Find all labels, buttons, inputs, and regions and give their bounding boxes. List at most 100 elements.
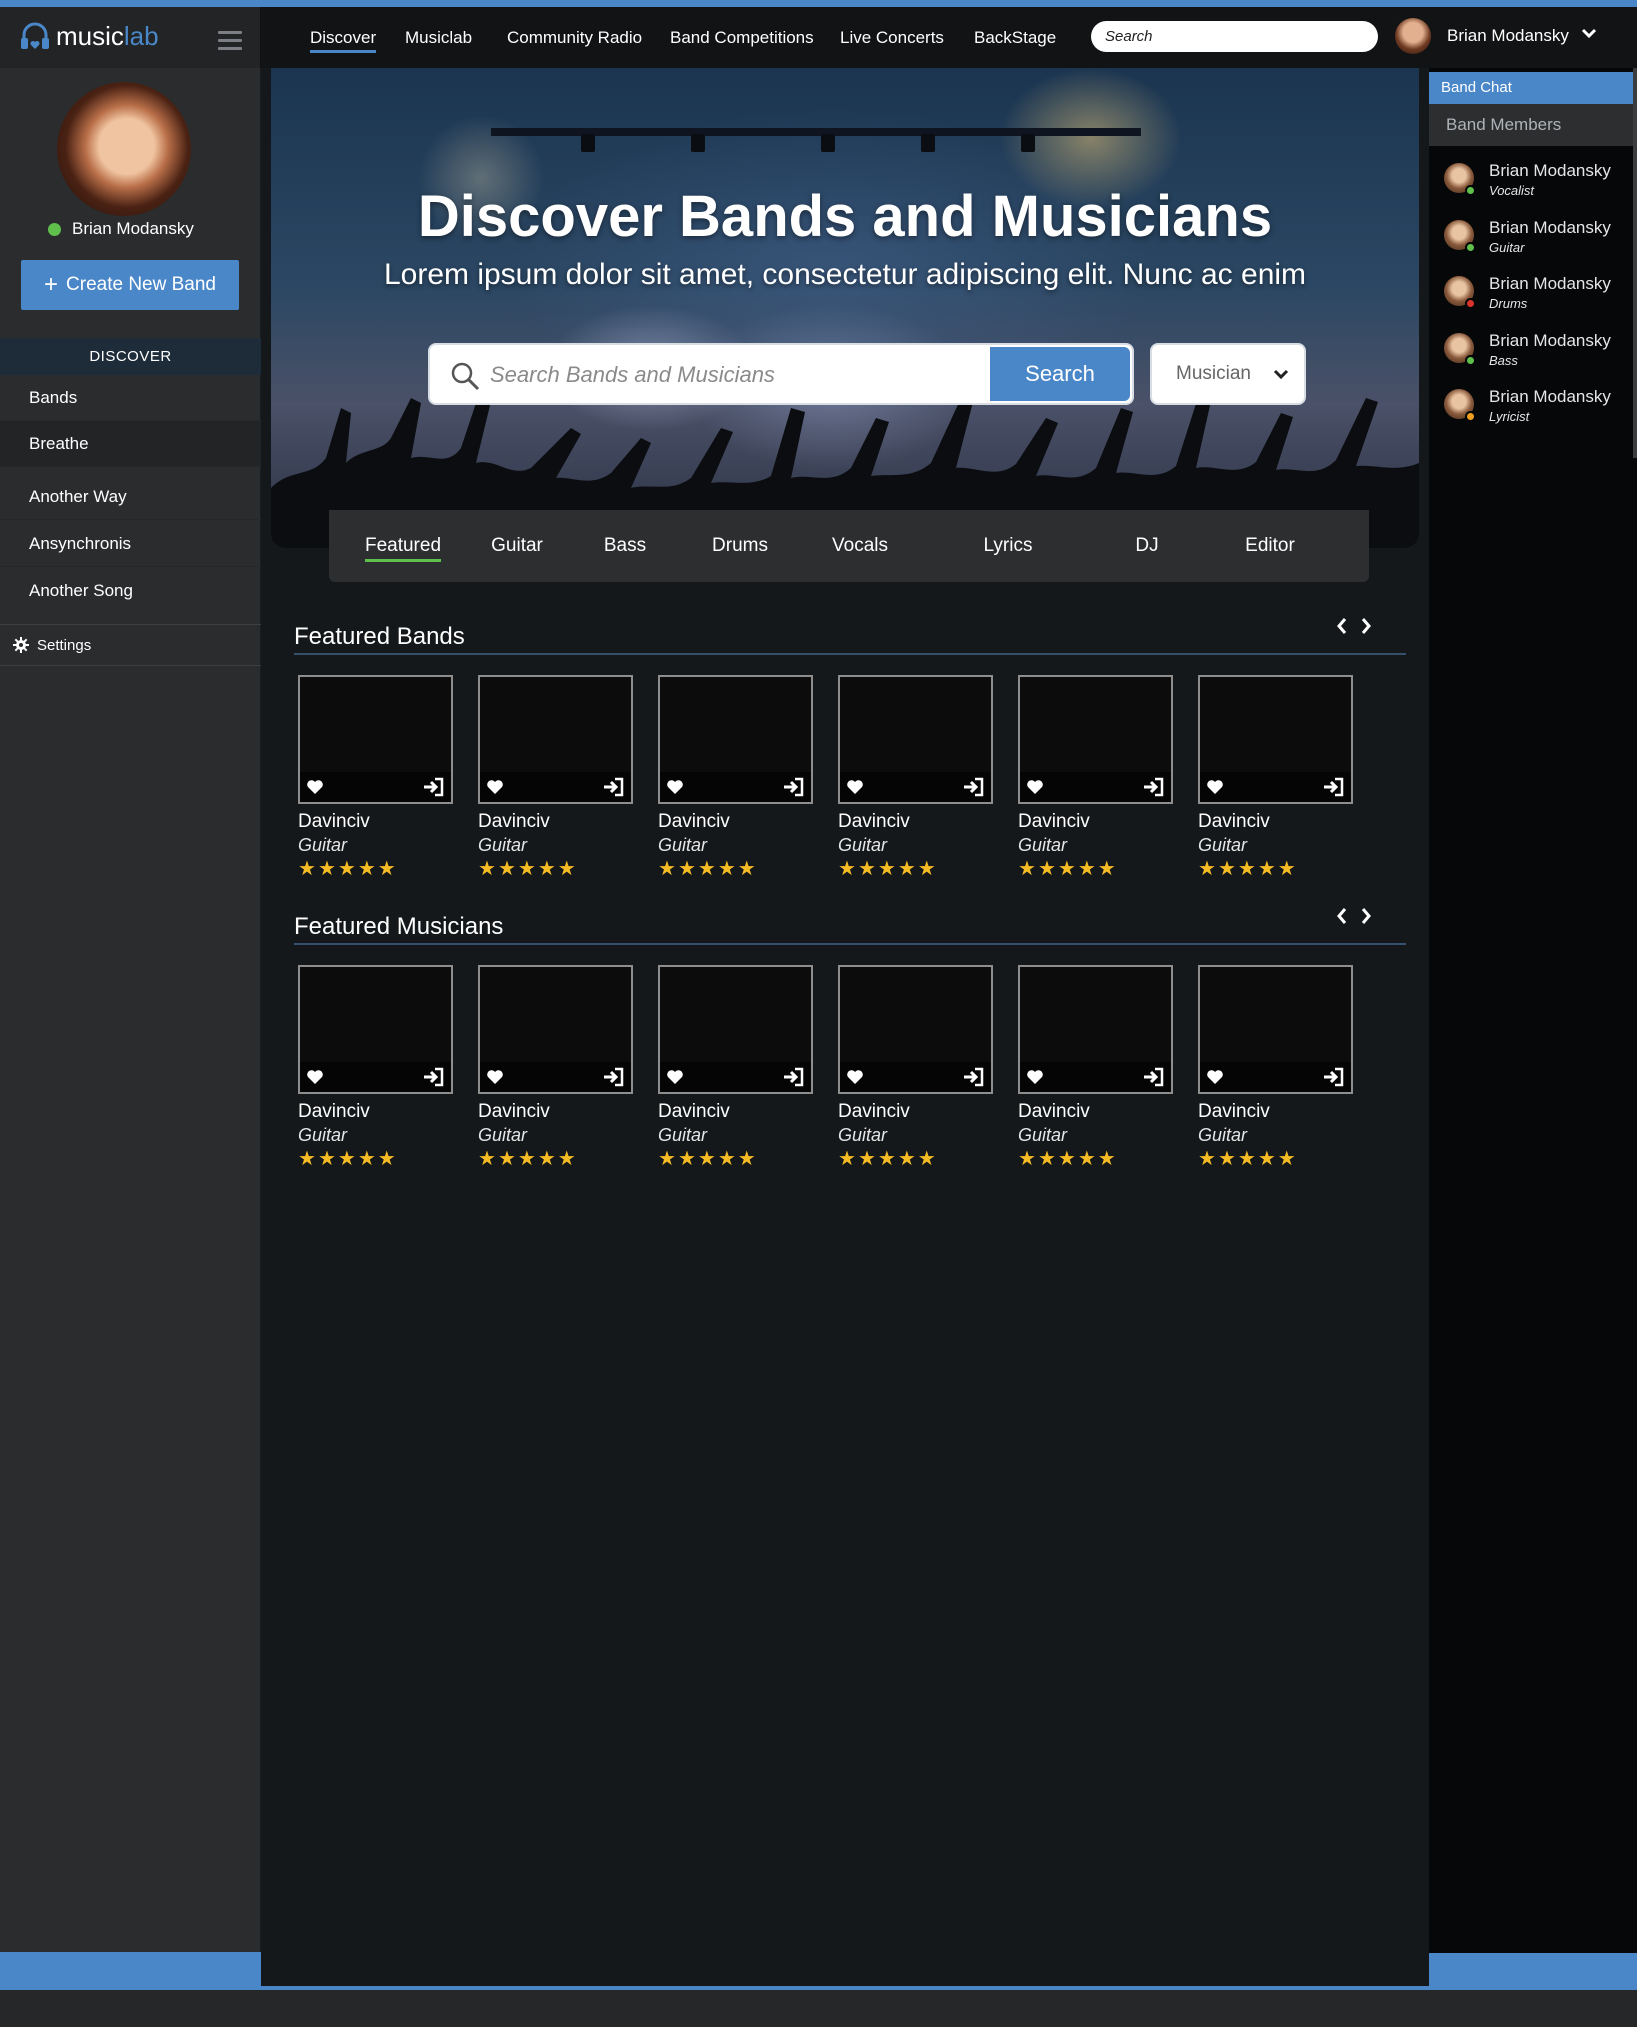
musiclab-logo[interactable]: musiclab xyxy=(20,19,159,53)
nav-backstage[interactable]: BackStage xyxy=(974,28,1056,48)
band-member[interactable]: Brian Modansky Lyricist xyxy=(1444,387,1634,433)
card-name[interactable]: Davinciv xyxy=(478,1101,633,1123)
card-name[interactable]: Davinciv xyxy=(658,811,813,833)
card-thumbnail[interactable] xyxy=(658,965,813,1094)
card-name[interactable]: Davinciv xyxy=(1198,1101,1353,1123)
profile-card[interactable]: Davinciv Guitar ★ ★ ★ ★ ★ xyxy=(298,675,453,879)
band-member[interactable]: Brian Modansky Guitar xyxy=(1444,218,1634,264)
card-thumbnail[interactable] xyxy=(478,965,633,1094)
card-thumbnail[interactable] xyxy=(298,675,453,804)
tab-featured[interactable]: Featured xyxy=(343,510,463,582)
heart-icon[interactable] xyxy=(1206,1069,1224,1085)
sign-in-icon[interactable] xyxy=(1323,1067,1345,1087)
tab-drums[interactable]: Drums xyxy=(679,510,801,582)
user-name[interactable]: Brian Modansky xyxy=(1447,26,1569,46)
sign-in-icon[interactable] xyxy=(1323,777,1345,797)
user-avatar[interactable] xyxy=(1395,18,1431,54)
nav-musiclab[interactable]: Musiclab xyxy=(405,28,472,48)
band-member[interactable]: Brian Modansky Drums xyxy=(1444,274,1634,320)
profile-card[interactable]: Davinciv Guitar ★ ★ ★ ★ ★ xyxy=(838,965,993,1169)
sidebar-item-bands[interactable]: Bands xyxy=(0,375,261,421)
card-thumbnail[interactable] xyxy=(478,675,633,804)
hamburger-menu-icon[interactable] xyxy=(218,31,242,55)
card-thumbnail[interactable] xyxy=(1018,965,1173,1094)
right-panel-scrollbar[interactable] xyxy=(1633,68,1637,458)
sign-in-icon[interactable] xyxy=(1143,777,1165,797)
chevron-down-icon[interactable] xyxy=(1580,24,1598,42)
profile-card[interactable]: Davinciv Guitar ★ ★ ★ ★ ★ xyxy=(658,675,813,879)
heart-icon[interactable] xyxy=(306,779,324,795)
sign-in-icon[interactable] xyxy=(1143,1067,1165,1087)
tab-bass[interactable]: Bass xyxy=(571,510,679,582)
card-name[interactable]: Davinciv xyxy=(478,811,633,833)
sign-in-icon[interactable] xyxy=(603,777,625,797)
hero-search-button[interactable]: Search xyxy=(990,347,1130,401)
sidebar-item-ansynchronis[interactable]: Ansynchronis xyxy=(0,521,261,567)
card-name[interactable]: Davinciv xyxy=(838,811,993,833)
hero-search-input[interactable] xyxy=(490,355,980,395)
profile-card[interactable]: Davinciv Guitar ★ ★ ★ ★ ★ xyxy=(1018,965,1173,1169)
chevron-right-icon[interactable] xyxy=(1359,615,1373,637)
nav-live-concerts[interactable]: Live Concerts xyxy=(840,28,944,48)
sign-in-icon[interactable] xyxy=(963,1067,985,1087)
heart-icon[interactable] xyxy=(1026,1069,1044,1085)
card-thumbnail[interactable] xyxy=(658,675,813,804)
tab-lyrics[interactable]: Lyrics xyxy=(919,510,1097,582)
tab-dj[interactable]: DJ xyxy=(1097,510,1197,582)
sign-in-icon[interactable] xyxy=(783,1067,805,1087)
sidebar-item-another-way[interactable]: Another Way xyxy=(0,474,261,520)
heart-icon[interactable] xyxy=(1206,779,1224,795)
profile-card[interactable]: Davinciv Guitar ★ ★ ★ ★ ★ xyxy=(838,675,993,879)
band-member[interactable]: Brian Modansky Vocalist xyxy=(1444,161,1634,207)
sign-in-icon[interactable] xyxy=(783,777,805,797)
profile-card[interactable]: Davinciv Guitar ★ ★ ★ ★ ★ xyxy=(658,965,813,1169)
heart-icon[interactable] xyxy=(666,1069,684,1085)
profile-card[interactable]: Davinciv Guitar ★ ★ ★ ★ ★ xyxy=(1018,675,1173,879)
card-thumbnail[interactable] xyxy=(1018,675,1173,804)
profile-picture[interactable] xyxy=(57,82,191,216)
chevron-left-icon[interactable] xyxy=(1335,905,1349,927)
card-thumbnail[interactable] xyxy=(838,965,993,1094)
heart-icon[interactable] xyxy=(666,779,684,795)
settings-link[interactable]: Settings xyxy=(0,624,261,666)
sign-in-icon[interactable] xyxy=(423,1067,445,1087)
heart-icon[interactable] xyxy=(846,779,864,795)
heart-icon[interactable] xyxy=(486,1069,504,1085)
sidebar-item-another-song[interactable]: Another Song xyxy=(0,568,261,614)
card-thumbnail[interactable] xyxy=(838,675,993,804)
sign-in-icon[interactable] xyxy=(603,1067,625,1087)
profile-card[interactable]: Davinciv Guitar ★ ★ ★ ★ ★ xyxy=(298,965,453,1169)
sidebar-item-breathe[interactable]: Breathe xyxy=(0,421,261,467)
chevron-left-icon[interactable] xyxy=(1335,615,1349,637)
tab-vocals[interactable]: Vocals xyxy=(801,510,919,582)
card-thumbnail[interactable] xyxy=(1198,965,1353,1094)
card-name[interactable]: Davinciv xyxy=(1018,811,1173,833)
card-name[interactable]: Davinciv xyxy=(298,811,453,833)
card-name[interactable]: Davinciv xyxy=(838,1101,993,1123)
tab-guitar[interactable]: Guitar xyxy=(463,510,571,582)
heart-icon[interactable] xyxy=(306,1069,324,1085)
chevron-right-icon[interactable] xyxy=(1359,905,1373,927)
sign-in-icon[interactable] xyxy=(963,777,985,797)
heart-icon[interactable] xyxy=(1026,779,1044,795)
heart-icon[interactable] xyxy=(846,1069,864,1085)
top-search-input[interactable] xyxy=(1091,21,1378,52)
card-thumbnail[interactable] xyxy=(298,965,453,1094)
sign-in-icon[interactable] xyxy=(423,777,445,797)
tab-editor[interactable]: Editor xyxy=(1197,510,1343,582)
card-thumbnail[interactable] xyxy=(1198,675,1353,804)
heart-icon[interactable] xyxy=(486,779,504,795)
create-new-band-button[interactable]: + Create New Band xyxy=(21,260,239,310)
search-type-select[interactable]: Musician xyxy=(1150,343,1306,405)
card-name[interactable]: Davinciv xyxy=(1018,1101,1173,1123)
band-member[interactable]: Brian Modansky Bass xyxy=(1444,331,1634,377)
profile-card[interactable]: Davinciv Guitar ★ ★ ★ ★ ★ xyxy=(478,675,633,879)
card-name[interactable]: Davinciv xyxy=(298,1101,453,1123)
card-name[interactable]: Davinciv xyxy=(658,1101,813,1123)
profile-card[interactable]: Davinciv Guitar ★ ★ ★ ★ ★ xyxy=(478,965,633,1169)
nav-discover[interactable]: Discover xyxy=(310,28,377,53)
card-name[interactable]: Davinciv xyxy=(1198,811,1353,833)
nav-community-radio[interactable]: Community Radio xyxy=(507,28,642,48)
band-chat-header[interactable]: Band Chat xyxy=(1429,72,1637,104)
nav-band-competitions[interactable]: Band Competitions xyxy=(670,28,814,48)
